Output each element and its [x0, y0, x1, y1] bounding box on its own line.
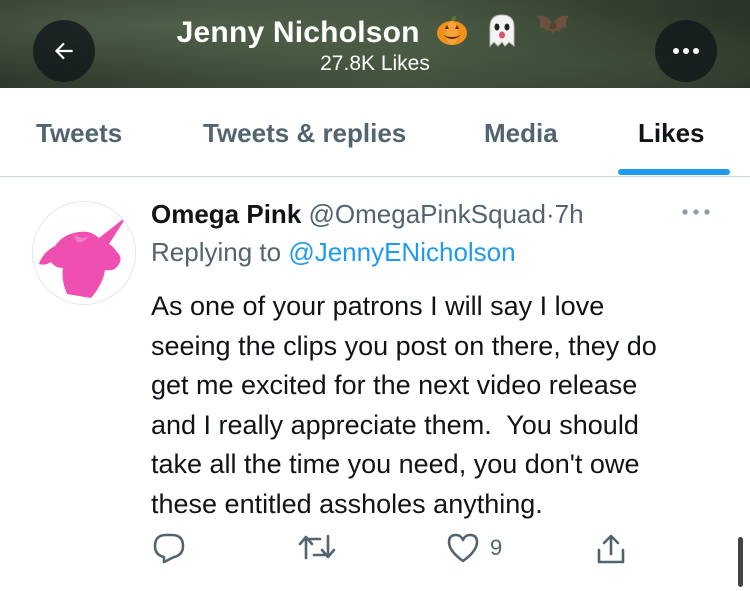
replying-prefix: Replying to [151, 237, 282, 267]
more-dots-icon [673, 48, 699, 54]
profile-tabs: Tweets Tweets & replies Media Likes [0, 88, 750, 177]
meta-separator: · [545, 199, 555, 229]
tab-tweets[interactable]: Tweets [36, 88, 122, 176]
tweet-text-line: and I really appreciate them. You should [151, 409, 639, 440]
pumpkin-icon [434, 12, 470, 56]
share-button[interactable] [595, 532, 627, 566]
more-options-button[interactable] [655, 20, 717, 82]
tweet-text-line: As one of your patrons I will say I love [151, 291, 605, 321]
scrollbar[interactable] [738, 537, 743, 587]
likes-count: 27.8K Likes [320, 52, 430, 75]
profile-name: Jenny Nicholson [176, 15, 420, 49]
reply-button[interactable] [152, 532, 186, 564]
replying-to-mention[interactable]: @JennyENicholson [288, 237, 515, 267]
more-dots-icon [682, 209, 710, 215]
tweet-more-button[interactable] [681, 203, 711, 221]
tweet-header: Omega Pink @OmegaPinkSquad·7h [151, 199, 584, 230]
reply-icon [153, 533, 185, 564]
active-tab-indicator [618, 169, 730, 175]
like-count: 9 [490, 535, 503, 560]
tab-media[interactable]: Media [484, 88, 558, 176]
profile-title: Jenny Nicholson [0, 12, 750, 56]
profile-header: Jenny Nicholson 27.8K Likes [0, 0, 750, 88]
tweet-text-line: these entitled assholes anything. [151, 488, 543, 519]
replying-to-line: Replying to @JennyENicholson [151, 237, 516, 268]
tweet-text-line: take all the time you need, you don't ow… [151, 449, 640, 479]
retweet-button[interactable] [298, 532, 336, 562]
retweet-icon [298, 534, 336, 560]
author-name[interactable]: Omega Pink [151, 199, 301, 229]
heart-icon [447, 533, 479, 563]
tweet-text-line: seeing the clips you post on there, they… [151, 330, 657, 361]
bat-icon [533, 12, 573, 56]
share-icon [597, 534, 625, 564]
tab-tweets-and-replies[interactable]: Tweets & replies [203, 88, 406, 176]
tweet-text: As one of your patrons I will say I love… [151, 287, 736, 524]
avatar[interactable] [32, 201, 136, 305]
ghost-icon [485, 12, 519, 56]
like-button[interactable]: 9 [446, 532, 502, 564]
tweet-time[interactable]: 7h [555, 199, 584, 229]
unicorn-icon [39, 216, 127, 298]
tweet-text-line: get me excited for the next video releas… [151, 370, 638, 400]
tab-likes[interactable]: Likes [638, 88, 705, 176]
author-handle[interactable]: @OmegaPinkSquad [309, 199, 546, 229]
